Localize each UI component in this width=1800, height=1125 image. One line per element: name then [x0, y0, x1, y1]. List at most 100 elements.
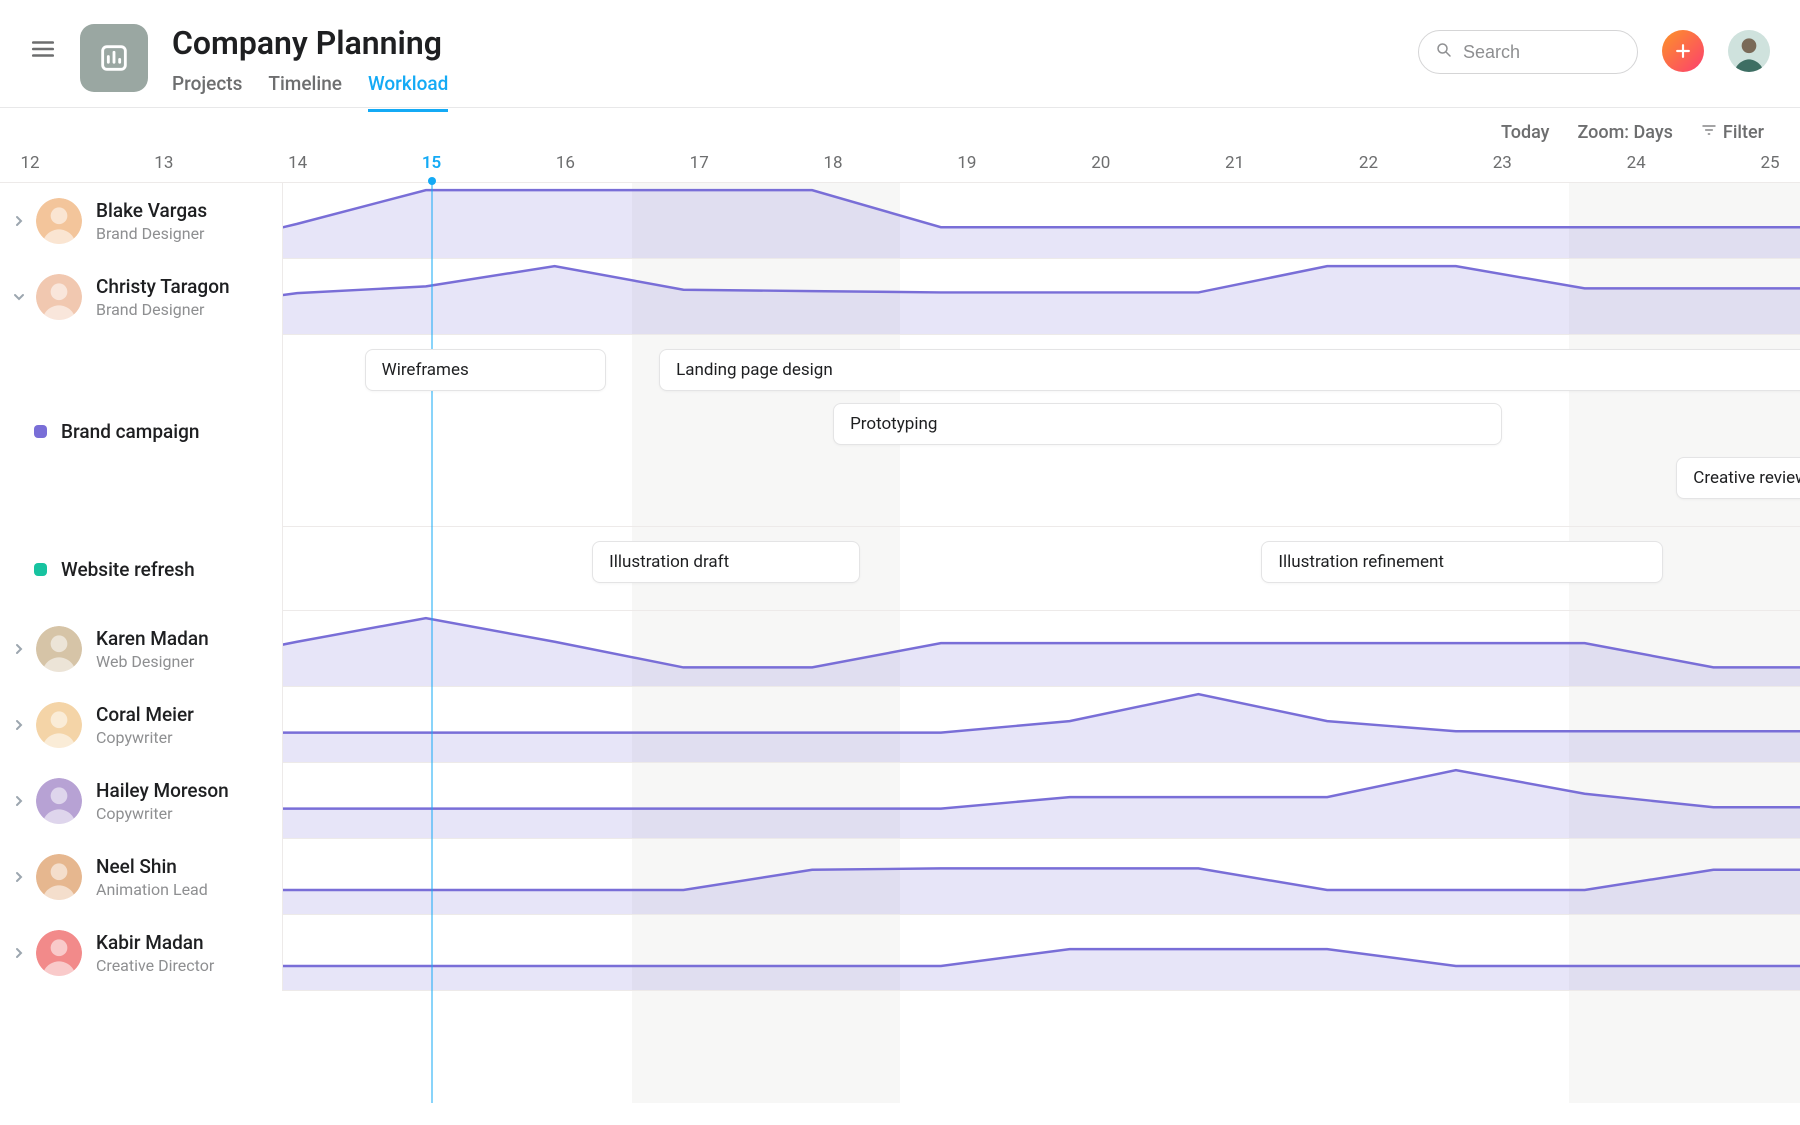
- person-avatar: [36, 930, 82, 976]
- project-section: Website refresh Illustration draft Illustr…: [0, 527, 1800, 611]
- person-role: Brand Designer: [96, 224, 207, 243]
- person-row: Neel ShinAnimation Lead: [0, 839, 1800, 915]
- day-label: 13: [154, 153, 173, 173]
- workload-track[interactable]: [283, 611, 1800, 686]
- person-avatar: [36, 702, 82, 748]
- section-color-dot: [34, 563, 47, 576]
- day-label: 16: [556, 153, 575, 173]
- person-role: Creative Director: [96, 956, 214, 975]
- filter-icon: [1701, 122, 1717, 143]
- task-bar[interactable]: Wireframes: [365, 349, 606, 391]
- expand-toggle[interactable]: [10, 212, 28, 231]
- person-row: Hailey Moreson Copywriter: [0, 763, 1800, 839]
- person-row: Coral Meier Copywriter: [0, 687, 1800, 763]
- person-row: Blake VargasBrand Designer: [0, 183, 1800, 259]
- person-role: Web Designer: [96, 652, 209, 671]
- page-title: Company Planning: [172, 24, 448, 62]
- person-role: Brand Designer: [96, 300, 230, 319]
- section-name: Brand campaign: [61, 420, 199, 443]
- user-avatar[interactable]: [1728, 30, 1770, 72]
- person-sidebar: Coral Meier Copywriter: [0, 687, 283, 763]
- person-role: Copywriter: [96, 728, 194, 747]
- workload-track[interactable]: [283, 183, 1800, 258]
- plus-icon: [1673, 41, 1693, 61]
- person-name: Kabir Madan: [96, 931, 214, 954]
- person-role: Copywriter: [96, 804, 229, 823]
- day-label: 15: [422, 153, 441, 173]
- person-name: Christy Taragon: [96, 275, 230, 298]
- person-info: Blake VargasBrand Designer: [96, 199, 207, 243]
- view-toolbar: Today Zoom: Days Filter: [0, 108, 1800, 153]
- expand-toggle[interactable]: [10, 640, 28, 659]
- workload-track[interactable]: [283, 839, 1800, 914]
- today-button[interactable]: Today: [1501, 122, 1550, 143]
- day-label: 21: [1225, 153, 1244, 173]
- person-name: Hailey Moreson: [96, 779, 229, 802]
- task-bar[interactable]: Landing page design: [659, 349, 1800, 391]
- day-label: 25: [1760, 153, 1779, 173]
- person-sidebar: Neel ShinAnimation Lead: [0, 839, 283, 915]
- workload-track[interactable]: [283, 763, 1800, 838]
- workload-grid: Blake VargasBrand Designer Christy Tarago…: [0, 183, 1800, 1103]
- expand-toggle[interactable]: [10, 792, 28, 811]
- person-row: Kabir Madan Creative Director: [0, 915, 1800, 991]
- project-section: Brand campaign Wireframes Landing page des…: [0, 335, 1800, 527]
- task-bar[interactable]: Illustration refinement: [1261, 541, 1663, 583]
- day-label: 24: [1627, 153, 1646, 173]
- task-bar[interactable]: Creative review: [1676, 457, 1800, 499]
- search-field[interactable]: [1463, 42, 1621, 63]
- filter-button[interactable]: Filter: [1701, 122, 1764, 143]
- timeline-header: 12 13 14 15 16 17 18 19 20 21 22 23 24 25: [0, 153, 1800, 183]
- zoom-button[interactable]: Zoom: Days: [1578, 122, 1673, 143]
- person-info: Neel ShinAnimation Lead: [96, 855, 208, 899]
- expand-toggle[interactable]: [10, 868, 28, 887]
- task-bar[interactable]: Illustration draft: [592, 541, 860, 583]
- person-avatar: [36, 626, 82, 672]
- task-bar[interactable]: Prototyping: [833, 403, 1502, 445]
- person-sidebar: Hailey Moreson Copywriter: [0, 763, 283, 839]
- expand-toggle[interactable]: [10, 716, 28, 735]
- section-color-dot: [34, 425, 47, 438]
- person-avatar: [36, 198, 82, 244]
- person-avatar: [36, 274, 82, 320]
- tab-projects[interactable]: Projects: [172, 72, 242, 112]
- workload-track[interactable]: [283, 259, 1800, 334]
- person-sidebar: Blake VargasBrand Designer: [0, 183, 283, 259]
- tab-workload[interactable]: Workload: [368, 72, 448, 112]
- section-name: Website refresh: [61, 558, 195, 581]
- tab-timeline[interactable]: Timeline: [268, 72, 342, 112]
- expand-toggle[interactable]: [10, 944, 28, 963]
- person-sidebar: Christy Taragon Brand Designer: [0, 259, 283, 335]
- person-info: Kabir Madan Creative Director: [96, 931, 214, 975]
- add-button[interactable]: [1662, 30, 1704, 72]
- day-label: 12: [20, 153, 39, 173]
- person-name: Karen Madan: [96, 627, 209, 650]
- person-sidebar: Kabir Madan Creative Director: [0, 915, 283, 991]
- day-label: 20: [1091, 153, 1110, 173]
- menu-icon[interactable]: [30, 36, 56, 66]
- person-row: Christy Taragon Brand Designer: [0, 259, 1800, 335]
- day-label: 17: [690, 153, 709, 173]
- person-info: Christy Taragon Brand Designer: [96, 275, 230, 319]
- day-label: 23: [1493, 153, 1512, 173]
- person-name: Coral Meier: [96, 703, 194, 726]
- person-info: Karen Madan Web Designer: [96, 627, 209, 671]
- workload-track[interactable]: [283, 687, 1800, 762]
- day-label: 18: [824, 153, 843, 173]
- person-sidebar: Karen Madan Web Designer: [0, 611, 283, 687]
- person-info: Hailey Moreson Copywriter: [96, 779, 229, 823]
- search-icon: [1435, 41, 1463, 63]
- tabs: Projects Timeline Workload: [172, 72, 448, 112]
- filter-label: Filter: [1723, 122, 1764, 143]
- person-avatar: [36, 778, 82, 824]
- day-label: 22: [1359, 153, 1378, 173]
- topbar: Company Planning Projects Timeline Workl…: [0, 0, 1800, 108]
- day-label: 14: [288, 153, 307, 173]
- day-label: 19: [957, 153, 976, 173]
- section-sidebar: Brand campaign: [0, 335, 283, 527]
- search-input[interactable]: [1418, 30, 1638, 74]
- workload-track[interactable]: [283, 915, 1800, 990]
- person-avatar: [36, 854, 82, 900]
- section-track: Wireframes Landing page design Prototyping…: [283, 335, 1800, 526]
- expand-toggle[interactable]: [10, 288, 28, 307]
